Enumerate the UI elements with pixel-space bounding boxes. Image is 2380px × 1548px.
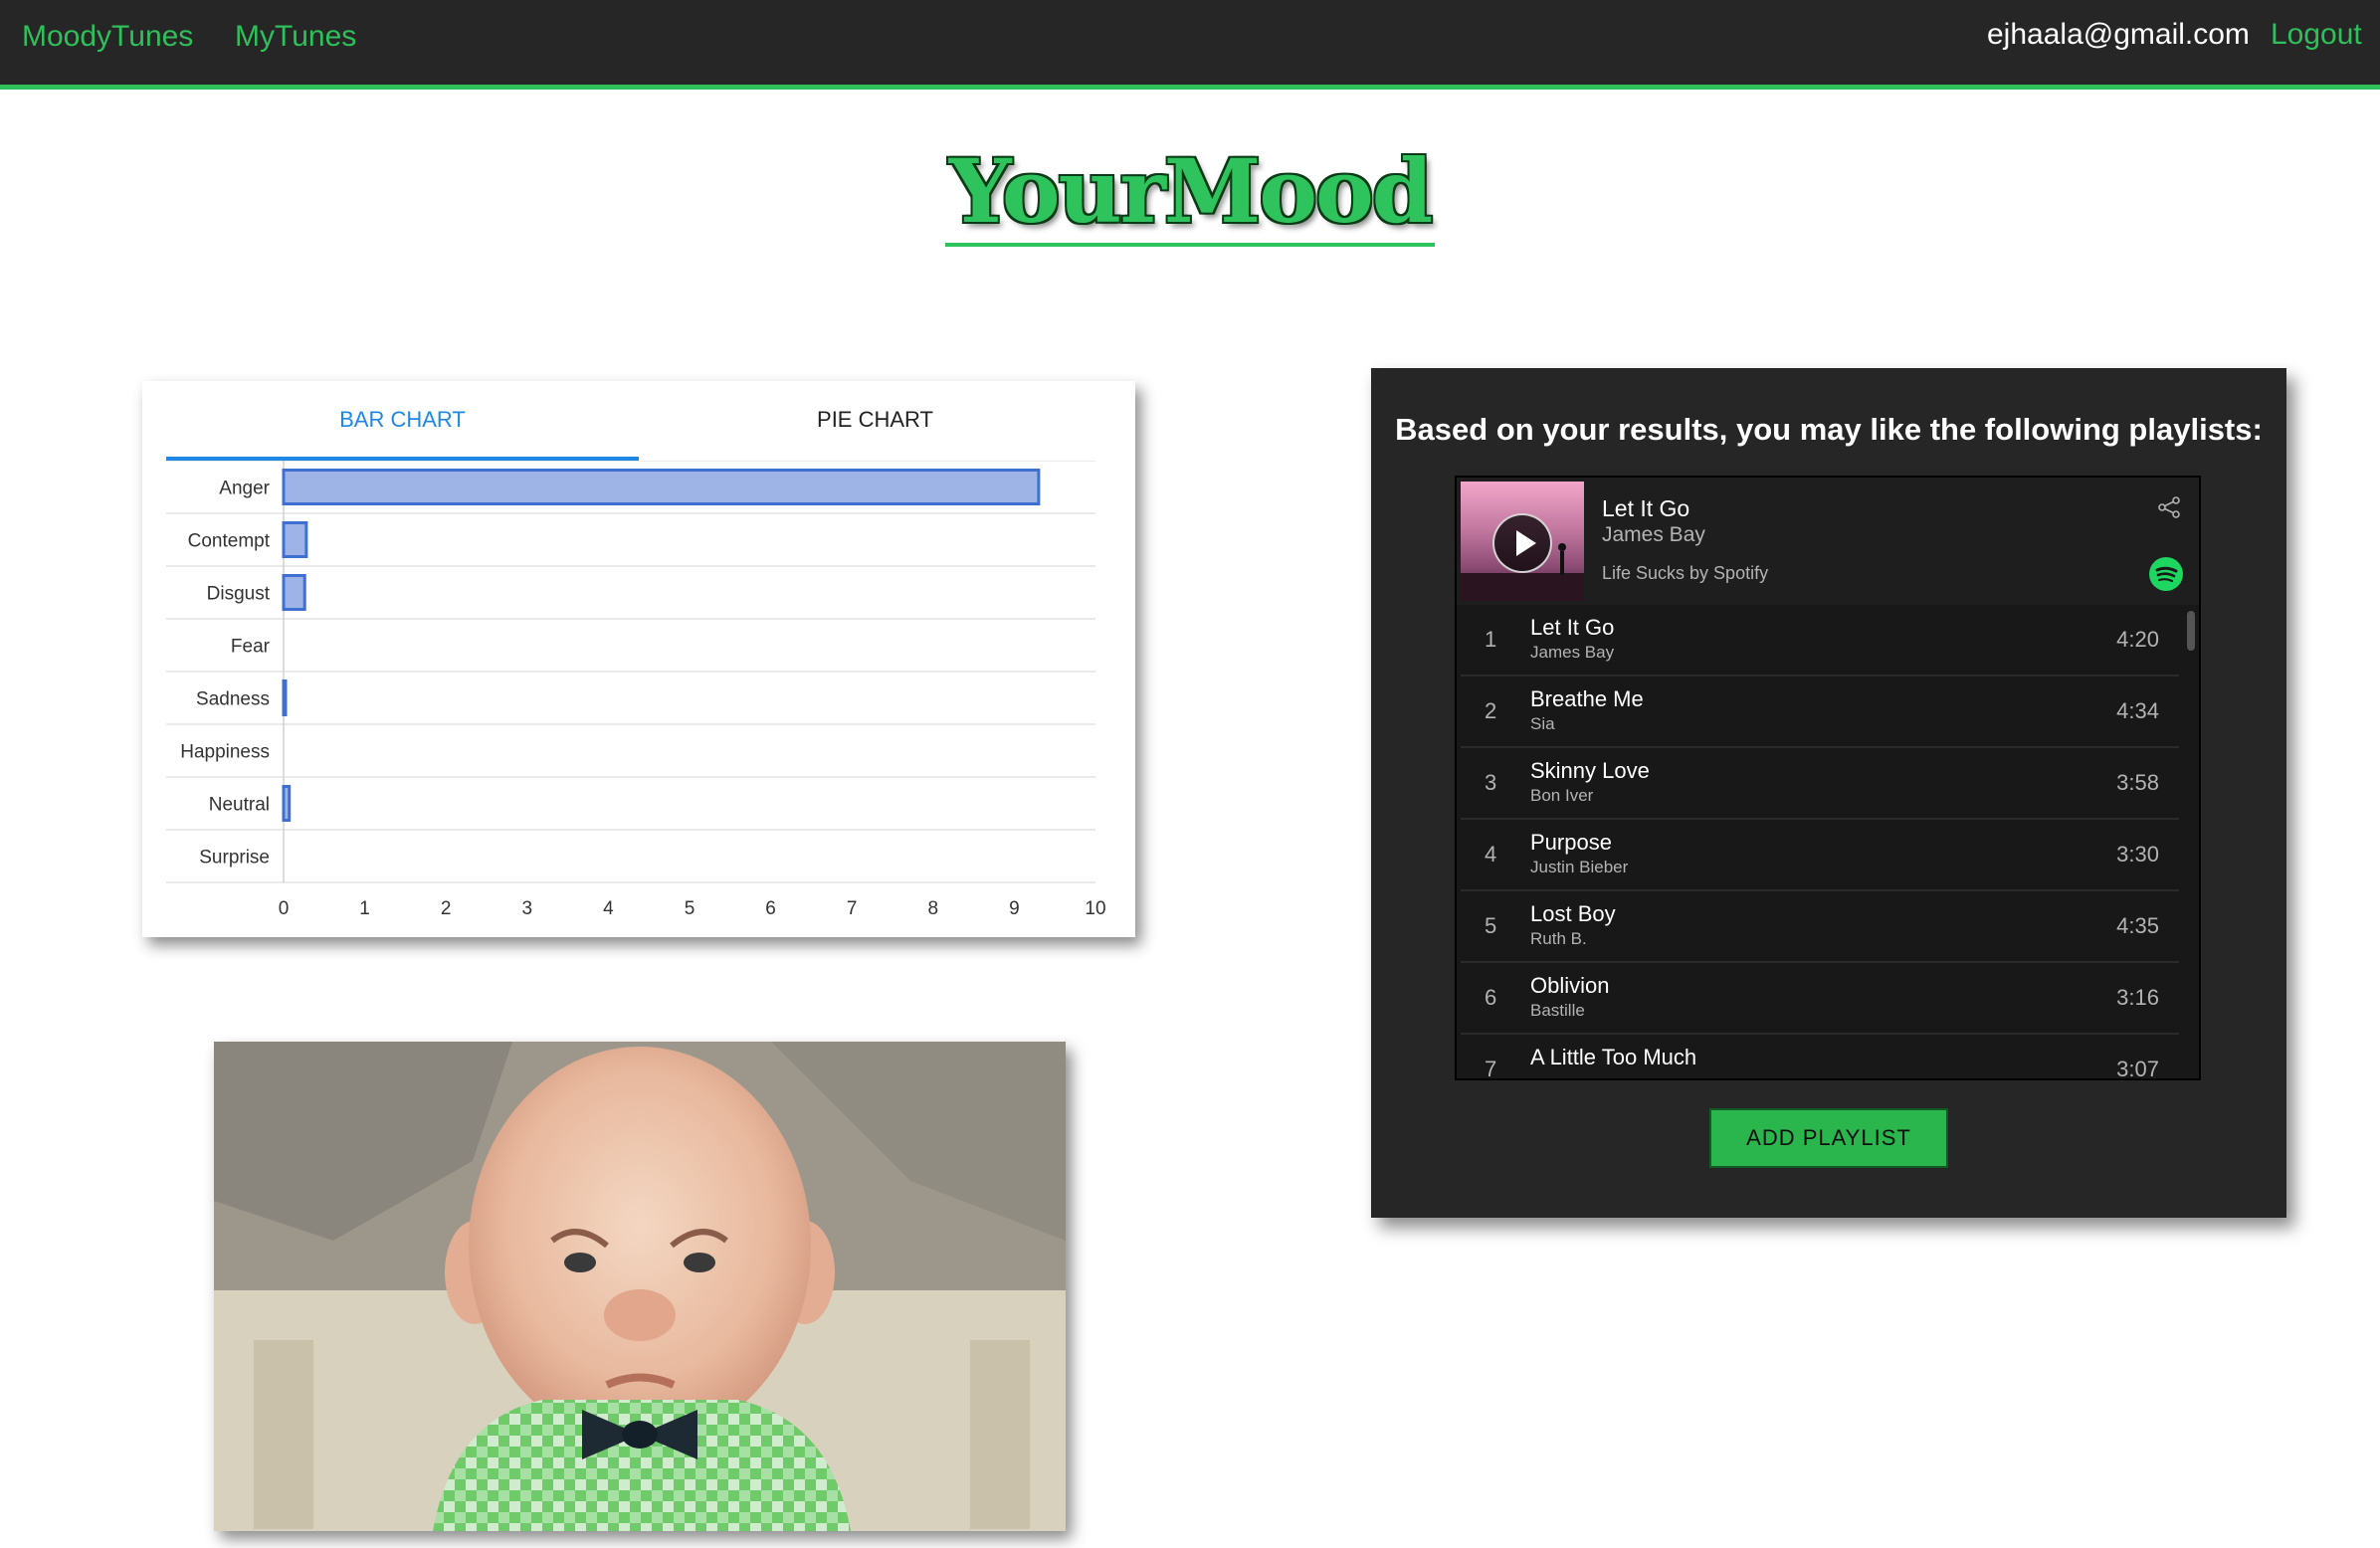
track-number: 7 (1485, 1057, 1497, 1078)
mytunes-link[interactable]: MyTunes (235, 20, 356, 54)
now-playing-artist: James Bay (1602, 523, 1705, 546)
album-cover (1461, 482, 1584, 601)
bar (282, 574, 306, 611)
track-duration: 4:20 (2116, 627, 2159, 652)
now-playing-title: Let It Go (1602, 495, 1690, 521)
bar (282, 785, 292, 822)
x-tick-label: 8 (928, 898, 939, 919)
track-artist: James Bay (1530, 643, 1615, 662)
brand-link[interactable]: MoodyTunes (22, 20, 193, 54)
track-artist: Sia (1530, 714, 1555, 733)
track-title: Purpose (1530, 830, 1612, 855)
track-title: Oblivion (1530, 973, 1610, 998)
track-row[interactable]: 6 Oblivion Bastille 3:16 (1461, 963, 2179, 1035)
x-tick-label: 0 (279, 898, 290, 919)
category-label: Disgust (207, 584, 271, 605)
track-title: A Little Too Much (1530, 1045, 1697, 1069)
track-artist: Justin Bieber (1530, 858, 1629, 876)
user-face-photo (214, 1042, 1066, 1531)
share-icon[interactable] (2157, 495, 2181, 519)
track-title: Lost Boy (1530, 901, 1616, 926)
playlist-source[interactable]: Life Sucks by Spotify (1602, 563, 1768, 584)
track-number: 2 (1485, 698, 1497, 723)
x-tick-label: 10 (1085, 898, 1105, 919)
track-duration: 3:16 (2116, 985, 2159, 1010)
x-tick-label: 4 (603, 898, 614, 919)
track-number: 6 (1485, 985, 1497, 1010)
tracklist-scrollbar[interactable] (2187, 607, 2195, 1074)
track-number: 5 (1485, 913, 1497, 938)
track-artist: Ruth B. (1530, 929, 1587, 948)
page-title: YourMood (0, 139, 2380, 247)
spotify-logo-icon[interactable] (2149, 557, 2183, 591)
emotion-bar-chart: Anger Contempt Disgust Fear Sadness Happiness… (166, 461, 1106, 919)
track-duration: 4:35 (2116, 913, 2159, 938)
track-row[interactable]: 5 Lost Boy Ruth B. 4:35 (1461, 891, 2179, 963)
logout-link[interactable]: Logout (2271, 18, 2362, 52)
category-label: Surprise (199, 848, 270, 869)
track-row[interactable]: 3 Skinny Love Bon Iver 3:58 (1461, 748, 2179, 820)
x-tick-label: 9 (1009, 898, 1020, 919)
track-row[interactable]: 1 Let It Go James Bay 4:20 (1461, 605, 2179, 677)
x-tick-label: 1 (359, 898, 370, 919)
track-number: 3 (1485, 770, 1497, 795)
spotify-logo-waves (2155, 566, 2178, 583)
play-button[interactable] (1492, 513, 1552, 573)
page-title-text: YourMood (944, 139, 1436, 247)
track-duration: 4:34 (2116, 698, 2159, 723)
category-label: Neutral (209, 795, 270, 816)
scrollbar-thumb[interactable] (2187, 611, 2195, 651)
bar (282, 521, 308, 558)
x-tick-label: 6 (765, 898, 776, 919)
track-duration: 3:07 (2116, 1057, 2159, 1078)
track-title: Breathe Me (1530, 686, 1644, 711)
track-number: 4 (1485, 842, 1497, 867)
track-row[interactable]: 2 Breathe Me Sia 4:34 (1461, 677, 2179, 748)
category-label: Anger (219, 479, 270, 499)
track-title: Let It Go (1530, 615, 1615, 640)
category-label: Fear (231, 637, 271, 658)
top-navbar: MoodyTunes MyTunes ejhaala@gmail.com Log… (0, 0, 2380, 90)
track-row[interactable]: 7 A Little Too Much 3:07 (1461, 1035, 2179, 1078)
category-label: Happiness (180, 742, 270, 763)
x-tick-label: 7 (847, 898, 858, 919)
track-duration: 3:30 (2116, 842, 2159, 867)
x-tick-label: 3 (522, 898, 533, 919)
embed-header: Let It Go James Bay Life Sucks by Spotif… (1457, 478, 2199, 605)
emotion-chart-card: BAR CHART PIE CHART Anger Contempt Disgust… (142, 381, 1135, 937)
track-duration: 3:58 (2116, 770, 2159, 795)
add-playlist-button[interactable]: ADD PLAYLIST (1709, 1108, 1948, 1168)
x-tick-label: 5 (685, 898, 695, 919)
face-photo-illustration (214, 1042, 1066, 1531)
tab-pie-chart[interactable]: PIE CHART (639, 381, 1111, 459)
spotify-embed: Let It Go James Bay Life Sucks by Spotif… (1455, 476, 2201, 1080)
user-email: ejhaala@gmail.com (1987, 18, 2250, 51)
category-label: Sadness (196, 689, 270, 710)
chart-tabs: BAR CHART PIE CHART (166, 381, 1111, 461)
bar (282, 679, 288, 716)
bar (282, 469, 1041, 505)
playlist-heading: Based on your results, you may like the … (1395, 412, 2263, 447)
category-label: Contempt (188, 531, 271, 552)
track-list: 1 Let It Go James Bay 4:20 2 Breathe Me … (1457, 605, 2183, 1078)
playlist-panel: Based on your results, you may like the … (1371, 368, 2286, 1218)
track-row[interactable]: 4 Purpose Justin Bieber 3:30 (1461, 820, 2179, 891)
track-artist: Bastille (1530, 1001, 1585, 1020)
track-number: 1 (1485, 627, 1497, 652)
track-title: Skinny Love (1530, 758, 1650, 783)
tab-bar-chart[interactable]: BAR CHART (166, 381, 639, 461)
track-artist: Bon Iver (1530, 786, 1594, 805)
x-tick-label: 2 (441, 898, 452, 919)
